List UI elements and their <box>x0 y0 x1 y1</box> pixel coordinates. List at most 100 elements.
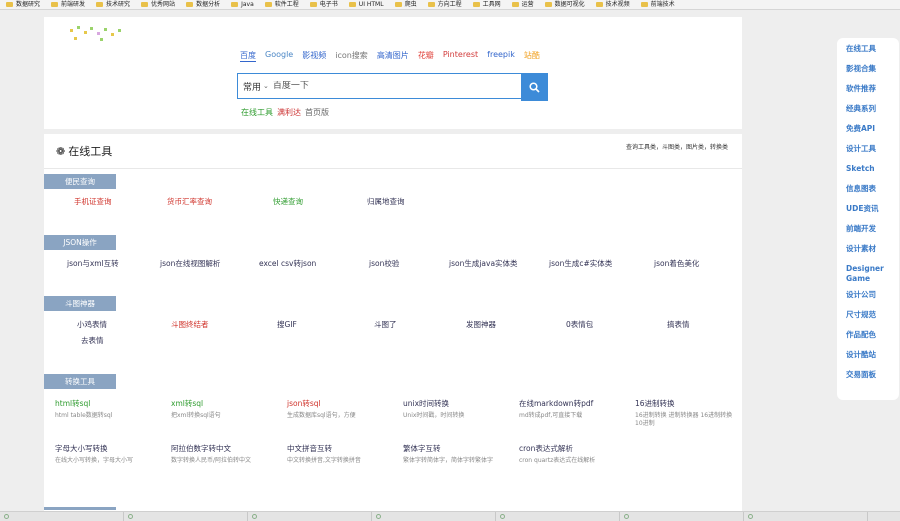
bookmark-item[interactable]: 数据可视化 <box>544 1 585 9</box>
search-input[interactable] <box>272 81 473 91</box>
bookmark-item[interactable]: 运营 <box>511 0 534 9</box>
tool-link[interactable]: json着色美化 <box>654 258 699 269</box>
tool-link[interactable]: 斗图终结者 <box>171 319 209 330</box>
tool-link[interactable]: 手机证查询 <box>74 196 112 207</box>
search-engine-tab[interactable]: Google <box>265 50 293 62</box>
quick-link[interactable]: 在线工具 <box>241 107 273 118</box>
tools-title: 在线工具 <box>68 145 113 158</box>
tool-link[interactable]: json校验 <box>369 258 399 269</box>
converter-title: 字母大小写转换 <box>55 444 108 453</box>
sidebar-item[interactable]: 交易面板 <box>837 370 899 380</box>
sidebar-item[interactable]: 设计工具 <box>837 144 899 154</box>
sidebar-item[interactable]: 影视合集 <box>837 64 899 74</box>
search-engine-tab[interactable]: icon搜索 <box>335 50 368 62</box>
converter-tool[interactable]: 在线markdown转pdf md转成pdf,可直接下载 <box>519 399 593 420</box>
quick-link[interactable]: 首页版 <box>305 107 329 118</box>
tool-link[interactable]: 归属地查询 <box>367 196 405 207</box>
tool-link[interactable]: 货币汇率查询 <box>167 196 212 207</box>
converter-desc: html table数据转sql <box>55 412 113 419</box>
converter-tool[interactable]: 阿拉伯数字转中文 数字转换人民币/阿拉伯转中文 <box>171 444 251 465</box>
bookmark-item[interactable]: 工具网 <box>472 1 501 9</box>
tool-link[interactable]: json生成c#实体类 <box>549 258 612 269</box>
converter-desc: 繁体字转简体字，简体字转繁体字 <box>403 457 494 464</box>
converter-tool[interactable]: html转sql html table数据转sql <box>55 399 112 420</box>
converter-tool[interactable]: 中文拼音互转 中文转换拼音,文字转换拼音 <box>287 444 361 465</box>
sidebar-item[interactable]: 经典系列 <box>837 104 899 114</box>
converter-tool[interactable]: unix时间转换 Unix时间戳，时间转换 <box>403 399 464 420</box>
converter-title: cron表达式解析 <box>519 444 573 453</box>
bookmark-item[interactable]: 优秀网站 <box>141 1 175 9</box>
bookmark-item[interactable]: 电子书 <box>309 1 338 9</box>
quick-link[interactable]: 满利达 <box>277 107 301 118</box>
bookmark-item[interactable]: 技术视频 <box>595 1 630 9</box>
bookmark-label: 运营 <box>521 0 534 8</box>
converter-tool[interactable]: cron表达式解析 cron quartz表达式在线解析 <box>519 444 595 465</box>
chevron-down-icon: ⌄ <box>263 82 269 90</box>
search-engine-tab[interactable]: 高清图片 <box>377 50 409 62</box>
tool-link[interactable]: 小鸡表情 <box>77 319 107 330</box>
sidebar-item[interactable]: 设计酷站 <box>837 350 899 360</box>
converter-tool[interactable]: json转sql 生成数据库sql语句，方便 <box>287 399 356 420</box>
category-label-json: JSON操作 <box>44 235 116 250</box>
search-engine-tab[interactable]: Pinterest <box>443 50 478 62</box>
bookmark-item[interactable]: 数据分析 <box>186 1 220 9</box>
quick-links: 在线工具 满利达 首页版 <box>241 107 329 118</box>
tool-link[interactable]: 去表情 <box>81 335 104 346</box>
converter-tool[interactable]: 字母大小写转换 在线大小写转换，字母大小写 <box>55 444 133 465</box>
sidebar-item[interactable]: UDE资讯 <box>837 204 899 214</box>
bookmark-item[interactable]: 方向工程 <box>427 1 462 9</box>
tool-link[interactable]: 发图神器 <box>466 319 496 330</box>
bookmark-item[interactable]: 技术研究 <box>96 1 130 9</box>
sidebar-item[interactable]: 在线工具 <box>837 44 899 54</box>
converter-tool[interactable]: 16进制转换 16进制转换 进制转换器 16进制转换10进制 <box>635 399 735 428</box>
tool-link[interactable]: 0表情包 <box>566 319 593 330</box>
converter-desc: 数字转换人民币/阿拉伯转中文 <box>171 457 252 464</box>
tool-link[interactable]: 搞表情 <box>667 319 690 330</box>
search-engine-tab[interactable]: 影视频 <box>302 50 326 62</box>
sidebar-item[interactable]: 免费API <box>837 124 899 134</box>
search-engine-tab[interactable]: freepik <box>487 50 515 62</box>
converter-tool[interactable]: xml转sql 把xml转换sql语句 <box>171 399 221 420</box>
tool-link[interactable]: 快递查询 <box>273 196 303 207</box>
sidebar-item[interactable]: Sketch <box>837 164 899 174</box>
sidebar-item[interactable]: 作品配色 <box>837 330 899 340</box>
converter-title: html转sql <box>55 399 91 408</box>
folder-icon <box>141 2 149 7</box>
page-icon <box>4 514 9 519</box>
bookmark-item[interactable]: 爬虫 <box>394 1 417 9</box>
bookmark-label: Java <box>241 0 254 8</box>
bookmark-item[interactable]: 前端研发 <box>51 1 85 9</box>
bookmark-item[interactable]: Java <box>231 1 254 9</box>
sidebar-item[interactable]: 软件推荐 <box>837 84 899 94</box>
sidebar-item[interactable]: Designer Game <box>837 264 899 284</box>
tool-link[interactable]: json在线视图解析 <box>160 258 220 269</box>
sidebar-item[interactable]: 前端开发 <box>837 224 899 234</box>
tools-note: 查询工具类，斗图类，图片类，转换类 <box>625 144 728 151</box>
search-engine-tab[interactable]: 站酷 <box>524 50 540 62</box>
page-icon <box>376 514 381 519</box>
tool-link[interactable]: json与xml互转 <box>67 258 119 269</box>
sidebar-item[interactable]: 信息图表 <box>837 184 899 194</box>
converter-tool[interactable]: 繁体字互转 繁体字转简体字，简体字转繁体字 <box>403 444 503 465</box>
tool-link[interactable]: 斗图了 <box>374 319 397 330</box>
folder-icon <box>394 2 402 7</box>
bookmark-item[interactable]: 前端技术 <box>640 1 675 9</box>
gear-icon: ❁ <box>56 144 66 158</box>
sidebar-item[interactable]: 设计素材 <box>837 244 899 254</box>
search-engine-tab[interactable]: 花瓣 <box>418 50 434 62</box>
bookmark-item[interactable]: 数据研究 <box>6 1 40 9</box>
sidebar-item[interactable]: 尺寸规范 <box>837 310 899 320</box>
bookmark-item[interactable]: UI HTML <box>348 1 384 9</box>
search-engine-tabs: 百度 Google 影视频 icon搜索 高清图片 花瓣 Pinterest freepik 站… <box>240 50 540 62</box>
tool-link[interactable]: excel csv转json <box>259 258 316 269</box>
divider <box>44 168 742 169</box>
tool-link[interactable]: json生成java实体类 <box>449 258 518 269</box>
search-button[interactable] <box>521 73 548 101</box>
bookmark-item[interactable]: 软件工程 <box>264 1 299 9</box>
search-scope-dropdown[interactable]: 常用 ⌄ <box>238 80 273 93</box>
search-engine-tab[interactable]: 百度 <box>240 50 256 62</box>
tool-link[interactable]: 搜GIF <box>277 319 297 330</box>
converter-title: 繁体字互转 <box>403 444 441 453</box>
sidebar-item[interactable]: 设计公司 <box>837 290 899 300</box>
site-logo[interactable] <box>56 23 126 45</box>
